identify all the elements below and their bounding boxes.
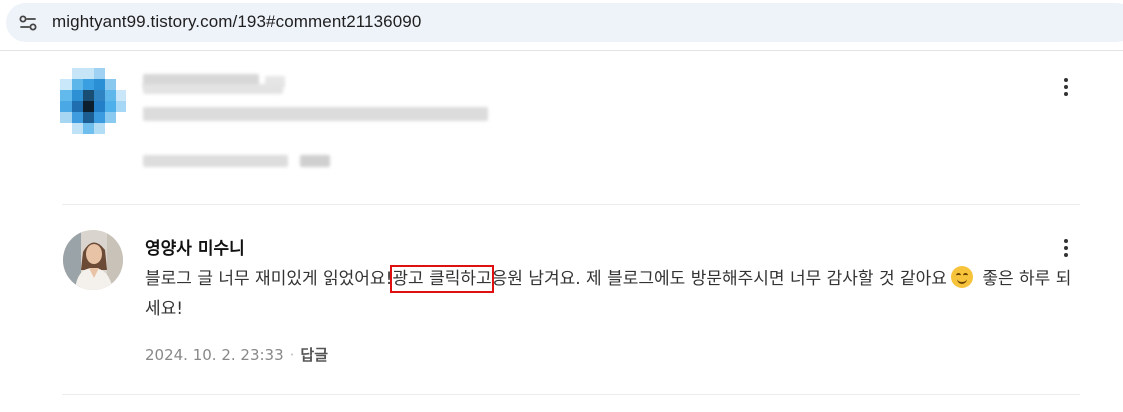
more-vertical-icon[interactable]	[1056, 236, 1076, 262]
comment-body: 블로그 글 너무 재미있게 읽었어요!광고 클릭하고응원 남겨요. 제 블로그에…	[145, 264, 1075, 324]
comment-author[interactable]: 영양사 미수니	[145, 234, 245, 259]
more-vertical-icon[interactable]	[1056, 75, 1076, 101]
pixelated-avatar	[60, 68, 126, 134]
comment-divider-bottom	[62, 394, 1080, 395]
comment-divider	[62, 204, 1080, 205]
highlighted-phrase: 광고 클릭하고	[390, 265, 494, 293]
blurred-text-line	[143, 107, 488, 121]
comment-meta: 2024. 10. 2. 23:33 · 답글	[145, 344, 328, 365]
tune-icon[interactable]	[18, 13, 38, 33]
avatar-image	[63, 230, 123, 290]
browser-toolbar: mightyant99.tistory.com/193#comment21136…	[0, 0, 1123, 51]
url-text[interactable]: mightyant99.tistory.com/193#comment21136…	[52, 12, 421, 32]
avatar[interactable]	[63, 230, 123, 290]
blurred-meta	[143, 155, 288, 167]
comment-date: 2024. 10. 2. 23:33	[145, 346, 284, 364]
meta-separator: ·	[289, 346, 295, 364]
address-bar[interactable]: mightyant99.tistory.com/193#comment21136…	[6, 3, 1123, 42]
blurred-reply	[300, 155, 330, 167]
reply-button[interactable]: 답글	[300, 346, 328, 364]
smiling-face-emoji	[950, 266, 973, 288]
comment-text-start: 블로그 글 너무 재미있게 읽었어요!	[145, 269, 393, 289]
comment-text-middle: 응원 남겨요. 제 블로그에도 방문해주시면 너무 감사할 것 같아요	[491, 269, 947, 289]
blurred-text-line-2	[143, 84, 283, 94]
